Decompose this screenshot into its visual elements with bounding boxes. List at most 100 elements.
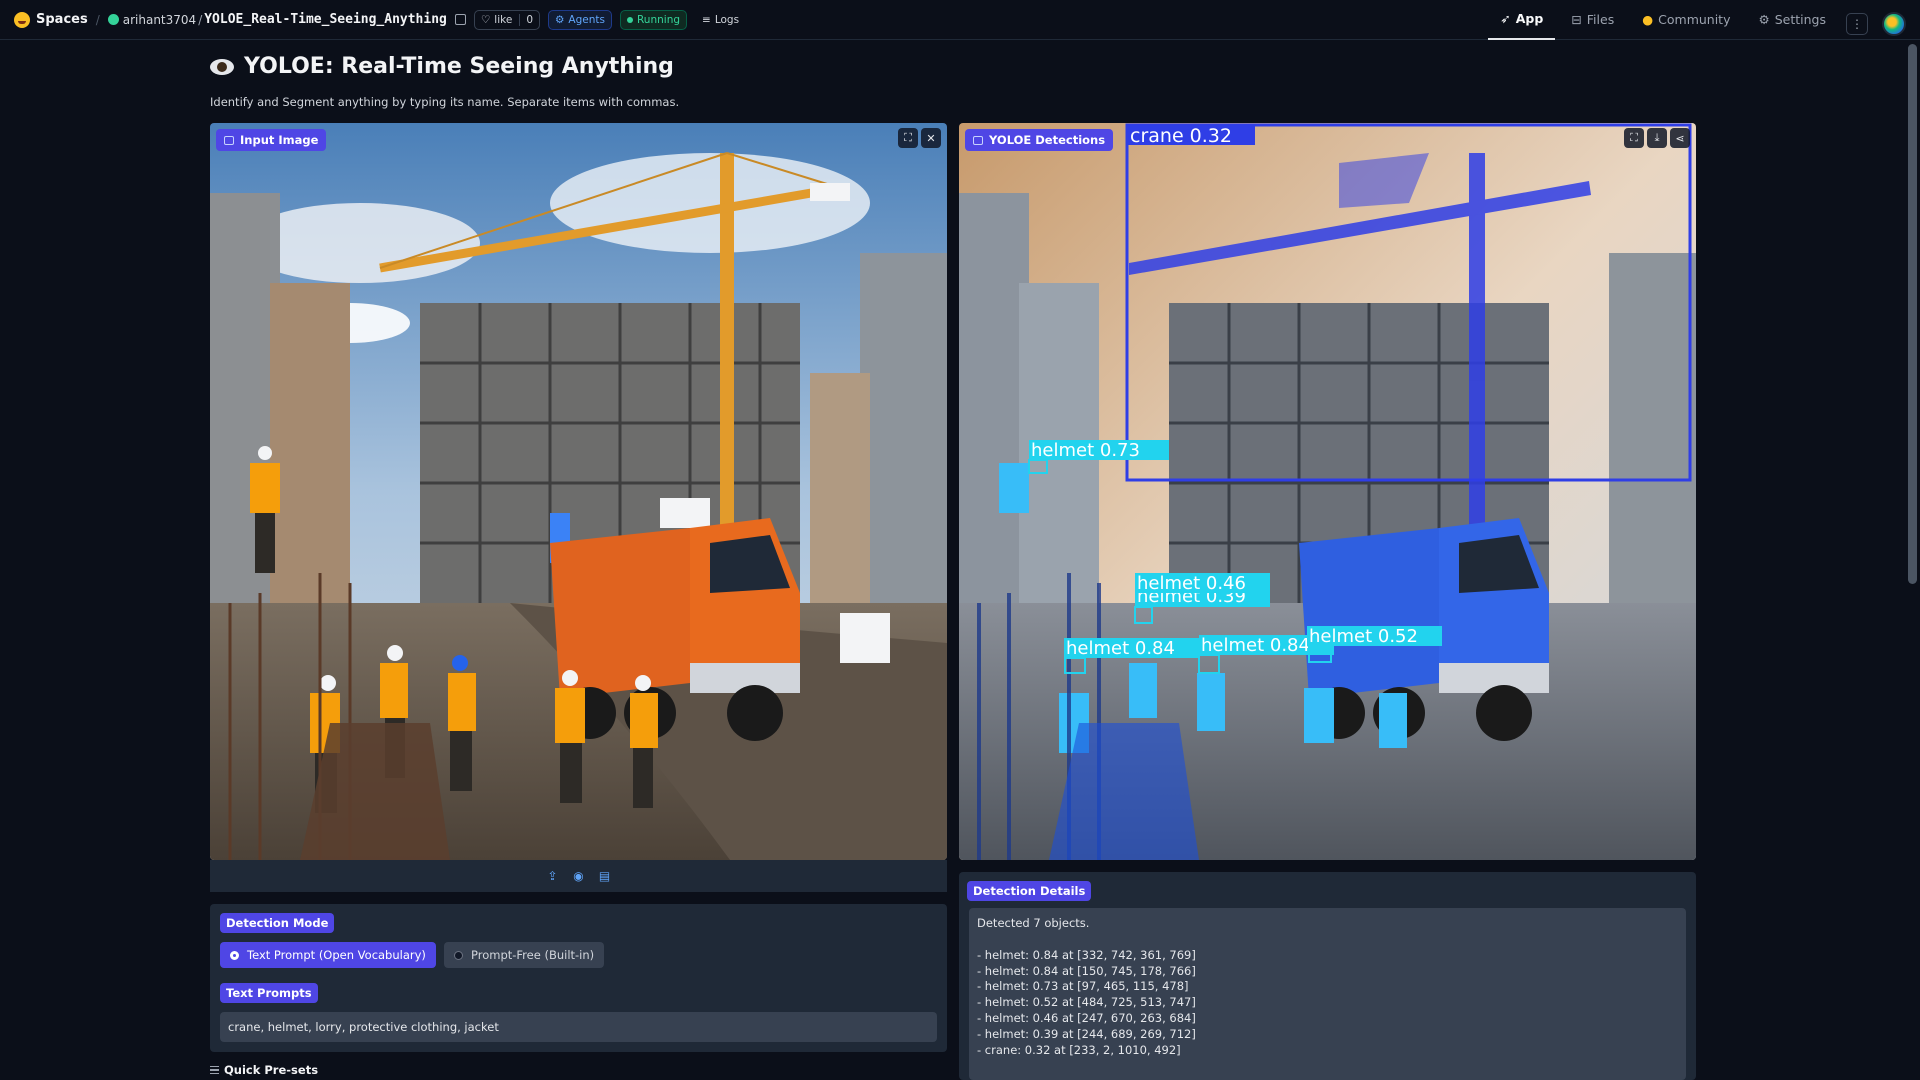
detection-mode-label: Detection Mode	[220, 913, 335, 933]
detection-line: - helmet: 0.46 at [247, 670, 263, 684]	[977, 1010, 1196, 1025]
brand-label: Spaces	[36, 12, 88, 27]
detection-line: - helmet: 0.73 at [97, 465, 115, 478]	[977, 979, 1189, 994]
helmet-detection-label: helmet 0.84	[1201, 635, 1310, 656]
quick-presets-header[interactable]: Quick Pre-sets	[210, 1063, 318, 1077]
download-button[interactable]: ⤓	[1647, 128, 1667, 148]
webcam-icon[interactable]: ◉	[572, 869, 586, 883]
tab-files-label: Files	[1586, 12, 1615, 27]
helmet-detection-label: helmet 0.84	[1066, 638, 1175, 659]
tab-settings-label: Settings	[1774, 12, 1826, 27]
input-construction-image	[210, 123, 947, 860]
fullscreen-icon: ⛶	[904, 131, 912, 144]
rocket-icon: ➶	[1500, 11, 1511, 26]
more-options-button[interactable]: ⋮	[1846, 13, 1868, 35]
top-bar: Spaces / arihant3704 / YOLOE_Real-Time_S…	[0, 0, 1920, 40]
repo-name-link[interactable]: YOLOE_Real-Time_Seeing_Anything	[204, 12, 447, 27]
user-avatar[interactable]	[1882, 11, 1906, 36]
clipboard-icon[interactable]: ▤	[598, 869, 612, 883]
like-count: 0	[519, 13, 533, 26]
tab-community-label: Community	[1658, 12, 1731, 27]
page-scrollbar[interactable]	[1908, 44, 1917, 584]
share-icon: ⋖	[1675, 131, 1685, 145]
logs-icon: ≡	[702, 13, 711, 26]
fullscreen-icon: ⛶	[1630, 131, 1638, 144]
page-subtitle: Identify and Segment anything by typing …	[210, 95, 680, 109]
page-title-text: YOLOE: Real-Time Seeing Anything	[244, 54, 674, 79]
tab-settings[interactable]: ⚙ Settings	[1747, 0, 1839, 40]
detection-controls: Detection Mode Text Prompt (Open Vocabul…	[210, 904, 947, 1052]
mode-option-prompt-free[interactable]: Prompt-Free (Built-in)	[444, 942, 605, 968]
eye-icon	[210, 58, 234, 75]
status-badge[interactable]: Running	[619, 9, 688, 30]
detection-line: - helmet: 0.52 at [484, 725, 513, 747]	[977, 995, 1196, 1010]
owner-avatar-icon	[107, 14, 119, 25]
repo-breadcrumb: arihant3704 / YOLOE_Real-Time_Seeing_Any…	[107, 12, 466, 27]
status-dot-icon	[626, 16, 633, 23]
radio-selected-icon	[230, 950, 239, 960]
fullscreen-button[interactable]: ⛶	[898, 128, 918, 148]
clear-image-button[interactable]: ✕	[921, 128, 941, 148]
detection-line: - helmet: 0.84 at [150, 745, 178, 766]	[977, 963, 1196, 978]
quick-presets-label: Quick Pre-sets	[224, 1063, 319, 1077]
detections-label-text: YOLOE Detections	[989, 133, 1106, 147]
status-label: Running	[636, 13, 681, 26]
logs-label: Logs	[714, 13, 740, 26]
detection-summary: Detected 7 objects.	[977, 916, 1090, 930]
image-icon	[973, 135, 983, 145]
detection-line: - crane: 0.32 at [233, 2, 1010, 492]	[977, 1042, 1181, 1057]
input-image-label: Input Image	[216, 129, 327, 151]
helmet-detection-label: helmet 0.46	[1137, 573, 1246, 594]
fullscreen-button[interactable]: ⛶	[1624, 128, 1644, 148]
helmet-detection-label: helmet 0.52	[1309, 626, 1418, 647]
radio-unselected-icon	[454, 950, 463, 960]
tab-community[interactable]: ● Community	[1630, 0, 1742, 40]
close-icon: ✕	[926, 131, 936, 145]
like-label: like	[494, 13, 513, 26]
upload-icon[interactable]: ⇪	[546, 869, 560, 883]
copy-icon[interactable]	[454, 14, 466, 25]
kebab-icon: ⋮	[1851, 17, 1863, 31]
heart-icon: ♡	[480, 13, 491, 26]
crane-detection-label: crane 0.32	[1130, 125, 1232, 147]
page-title: YOLOE: Real-Time Seeing Anything	[210, 54, 674, 79]
spaces-brand[interactable]: Spaces	[14, 11, 88, 28]
mode-option-text-prompt[interactable]: Text Prompt (Open Vocabulary)	[220, 942, 436, 968]
gear-icon: ⚙	[1758, 12, 1770, 27]
breadcrumb-separator: /	[198, 12, 203, 27]
list-icon	[210, 1066, 219, 1074]
detection-line: - helmet: 0.84 at [332, 742, 361, 769]	[977, 947, 1196, 962]
agents-button[interactable]: ⚙ Agents	[548, 9, 612, 30]
tab-files[interactable]: ⊟ Files	[1559, 0, 1626, 40]
detection-details-textbox[interactable]: Detected 7 objects. - helmet: 0.84 at [3…	[969, 908, 1686, 1080]
agents-label: Agents	[568, 13, 605, 26]
tab-app-label: App	[1515, 11, 1544, 26]
files-icon: ⊟	[1571, 12, 1582, 27]
detections-image: crane 0.32 helmet 0.73 helmet 0.39 helme…	[959, 123, 1696, 860]
repo-owner-link[interactable]: arihant3704	[123, 13, 196, 27]
detection-details-panel: Detection Details Detected 7 objects. - …	[959, 872, 1696, 1080]
download-icon: ⤓	[1654, 131, 1660, 144]
detections-toolbar: ⛶ ⤓ ⋖	[1624, 128, 1690, 148]
input-image-label-text: Input Image	[240, 133, 319, 147]
input-image-toolbar: ⛶ ✕	[898, 128, 941, 148]
detection-line: - helmet: 0.39 at [244, 689, 269, 712]	[977, 1026, 1196, 1041]
detections-label: YOLOE Detections	[965, 129, 1114, 151]
hugging-face-logo-icon	[14, 11, 30, 28]
mode-option-label: Text Prompt (Open Vocabulary)	[247, 948, 426, 962]
community-icon: ●	[1642, 12, 1654, 27]
detections-image-panel[interactable]: YOLOE Detections ⛶ ⤓ ⋖ crane 0.32 helmet…	[959, 123, 1696, 860]
detection-details-label: Detection Details	[967, 881, 1092, 901]
tab-app[interactable]: ➶ App	[1488, 0, 1556, 40]
agents-icon: ⚙	[555, 13, 565, 26]
text-prompts-label: Text Prompts	[220, 983, 318, 1003]
image-icon	[224, 135, 234, 145]
space-nav: ➶ App ⊟ Files ● Community ⚙ Settings	[1488, 0, 1838, 40]
share-button[interactable]: ⋖	[1670, 128, 1690, 148]
text-prompts-input[interactable]	[220, 1012, 937, 1042]
input-image-panel[interactable]: Input Image ⛶ ✕	[210, 123, 947, 860]
mode-option-label: Prompt-Free (Built-in)	[471, 948, 595, 962]
helmet-detection-label: helmet 0.73	[1031, 440, 1140, 461]
like-button[interactable]: ♡ like 0	[473, 9, 540, 30]
input-image-actions: ⇪ ◉ ▤	[210, 860, 947, 892]
logs-button[interactable]: ≡ Logs	[695, 10, 746, 30]
